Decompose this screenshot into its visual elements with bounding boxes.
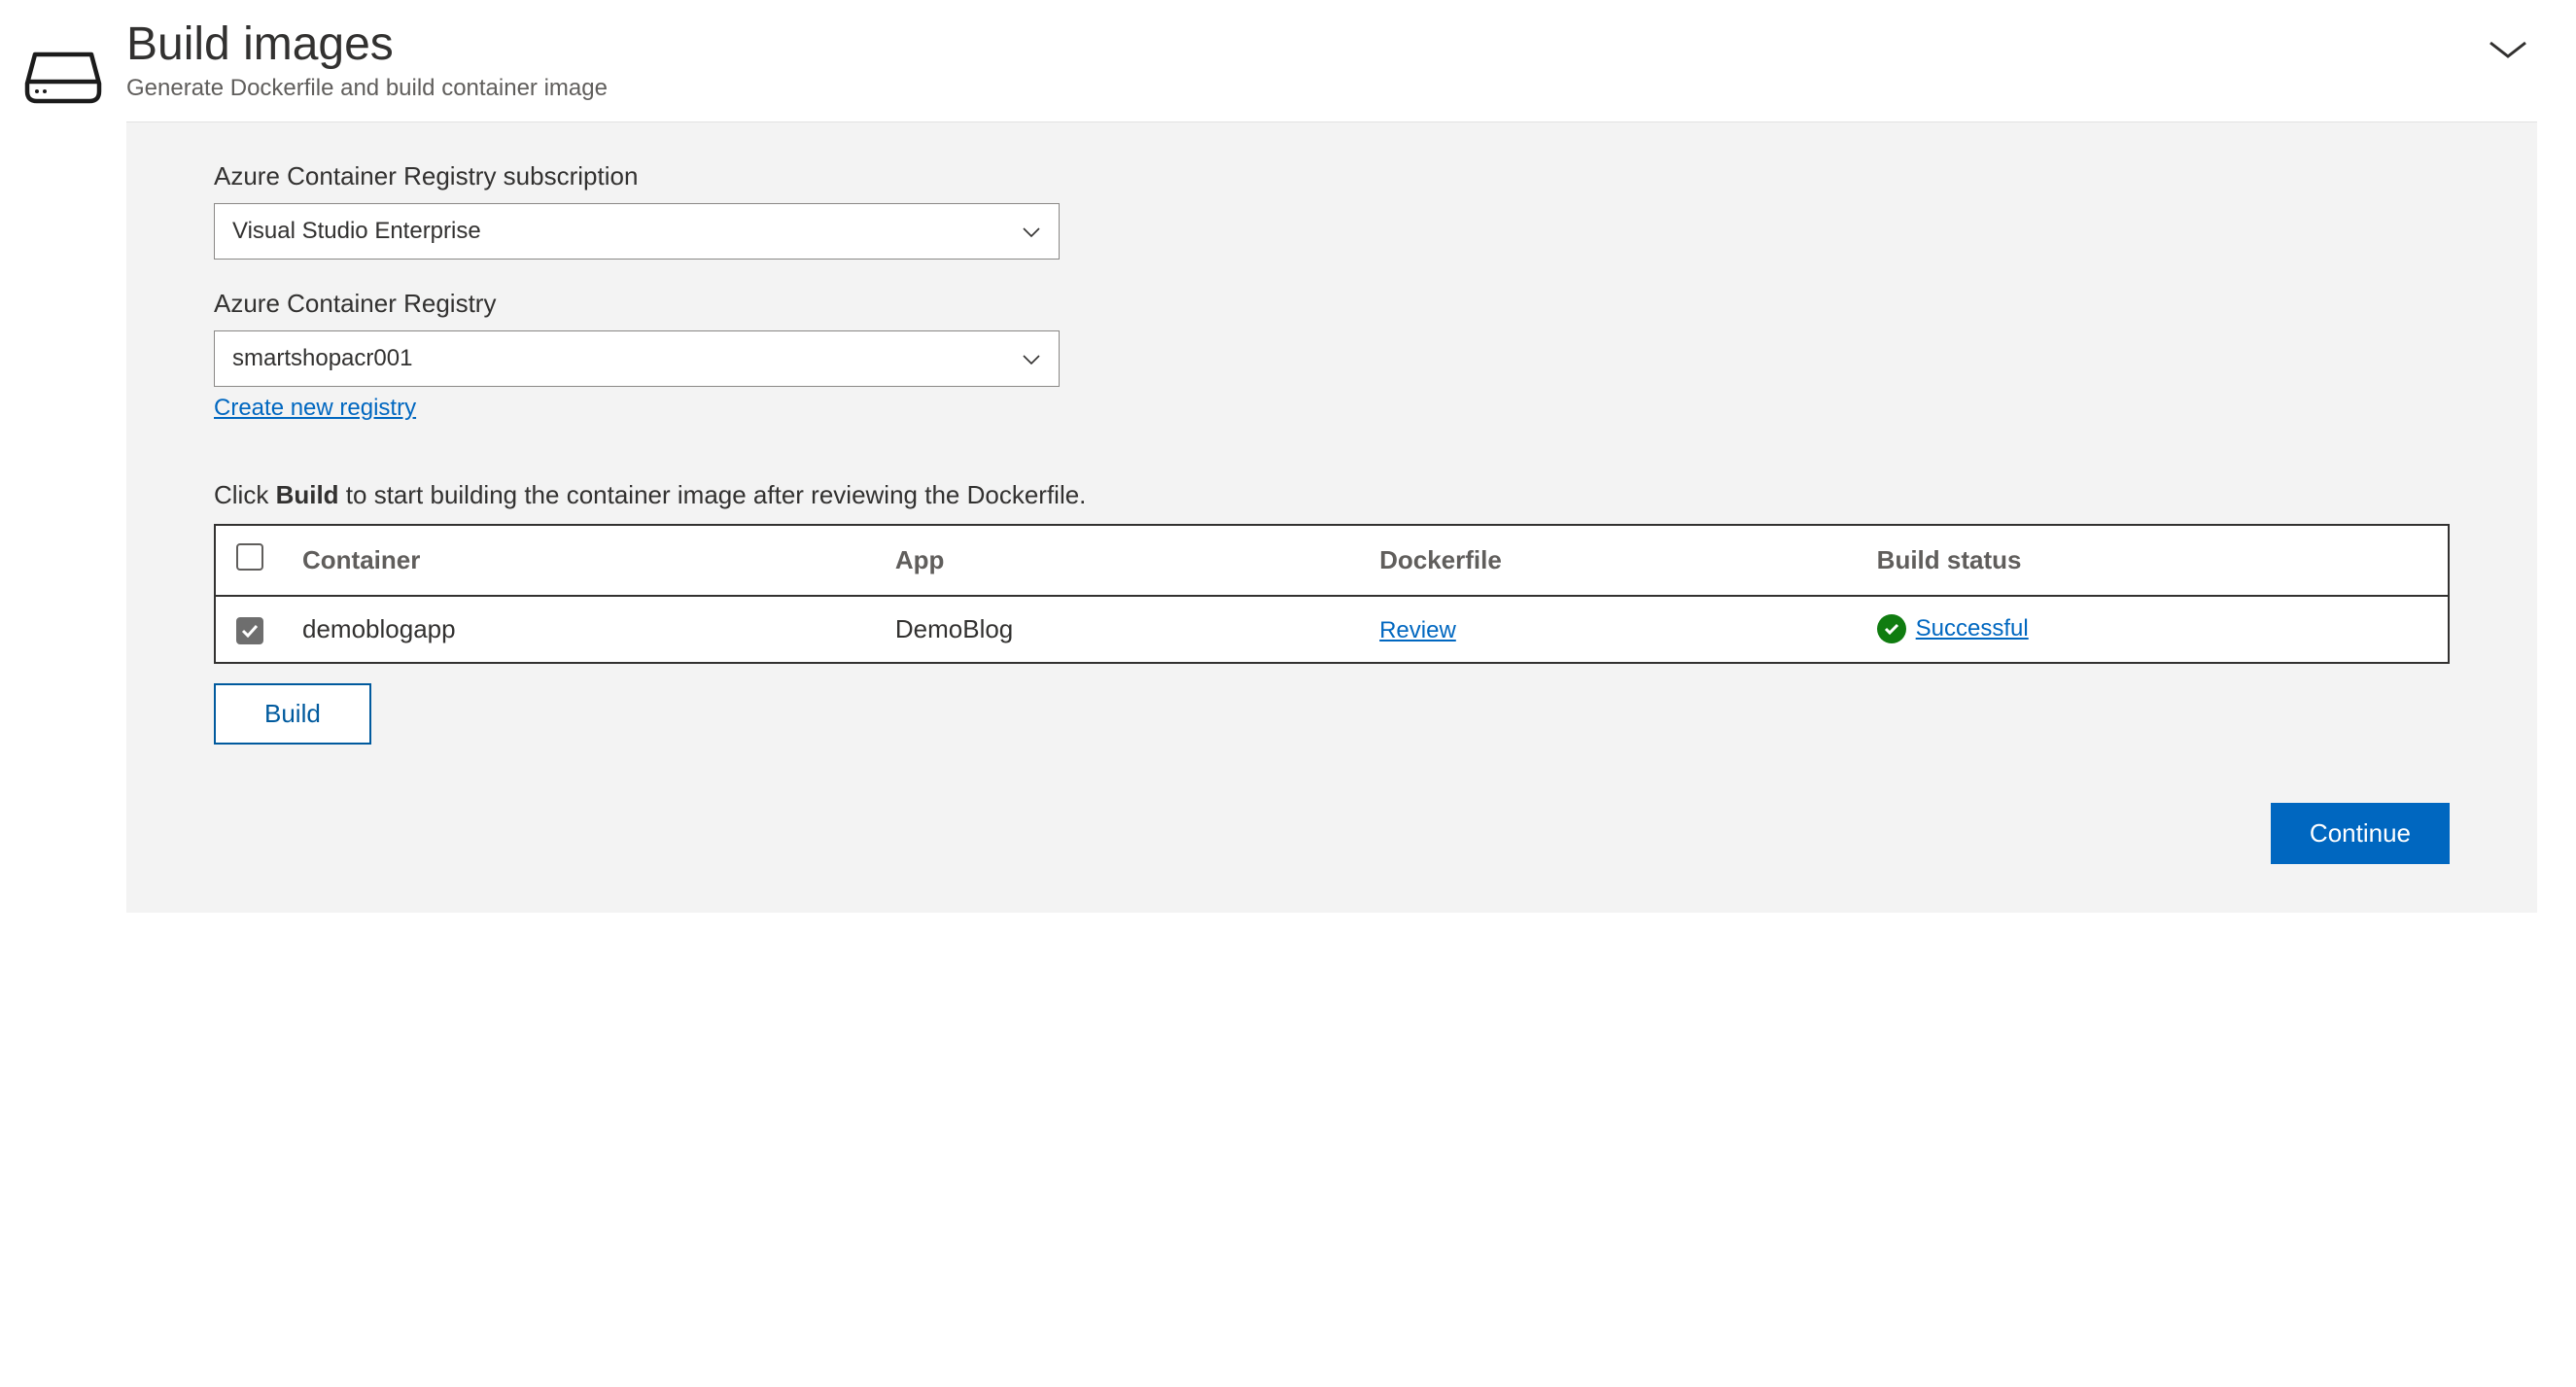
col-container: Container <box>283 525 876 596</box>
create-registry-link[interactable]: Create new registry <box>214 395 416 422</box>
chevron-down-icon <box>1022 218 1041 245</box>
col-status: Build status <box>1858 525 2449 596</box>
registry-label: Azure Container Registry <box>214 289 2450 319</box>
chevron-down-icon <box>2487 40 2529 66</box>
chevron-down-icon <box>1022 345 1041 372</box>
instruction-post: to start building the container image af… <box>339 480 1087 509</box>
build-button[interactable]: Build <box>214 683 371 745</box>
col-app: App <box>876 525 1360 596</box>
page-subtitle: Generate Dockerfile and build container … <box>126 75 608 102</box>
col-dockerfile: Dockerfile <box>1360 525 1858 596</box>
storage-icon <box>23 49 103 114</box>
continue-button[interactable]: Continue <box>2271 803 2450 864</box>
cell-app: DemoBlog <box>876 596 1360 663</box>
table-row: demoblogapp DemoBlog Review Successful <box>215 596 2449 663</box>
select-all-checkbox[interactable] <box>236 543 263 571</box>
subscription-value: Visual Studio Enterprise <box>232 218 481 245</box>
instruction-pre: Click <box>214 480 276 509</box>
page-title: Build images <box>126 19 608 71</box>
registry-select[interactable]: smartshopacr001 <box>214 330 1060 387</box>
review-dockerfile-link[interactable]: Review <box>1379 617 1456 644</box>
cell-container: demoblogapp <box>283 596 876 663</box>
row-checkbox[interactable] <box>236 617 263 644</box>
subscription-label: Azure Container Registry subscription <box>214 161 2450 191</box>
subscription-select[interactable]: Visual Studio Enterprise <box>214 203 1060 260</box>
build-instruction: Click Build to start building the contai… <box>214 480 2450 510</box>
success-check-icon <box>1877 614 1906 643</box>
instruction-bold: Build <box>276 480 339 509</box>
containers-table: Container App Dockerfile Build status d <box>214 524 2450 664</box>
build-status-link[interactable]: Successful <box>1916 615 2029 642</box>
registry-value: smartshopacr001 <box>232 345 412 372</box>
collapse-toggle[interactable] <box>2479 29 2537 75</box>
